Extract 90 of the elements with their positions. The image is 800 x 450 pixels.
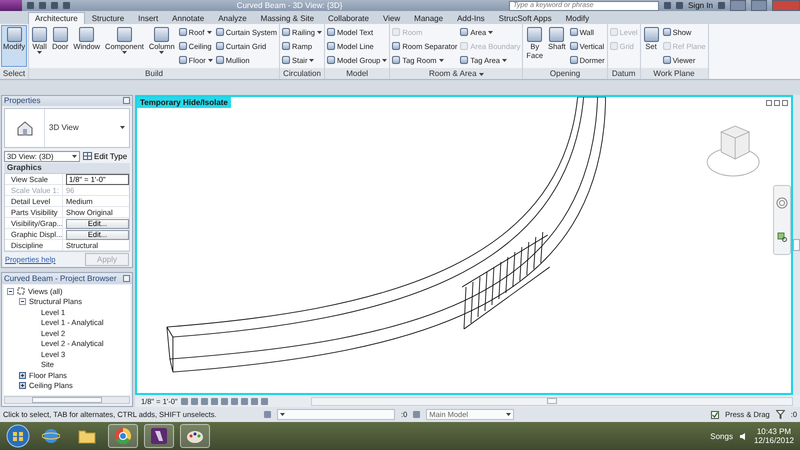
tool-icon (6, 27, 22, 42)
wheel-icon (114, 427, 132, 445)
zoom-icon[interactable] (776, 232, 788, 243)
minimize-button[interactable] (730, 0, 746, 11)
ribbon-tab[interactable]: StrucSoft Apps (492, 12, 559, 24)
caret-icon (206, 30, 212, 34)
ribbon-tab[interactable]: Manage (407, 12, 450, 24)
workset-dropdown[interactable] (277, 409, 395, 420)
restore-icon[interactable] (774, 100, 780, 106)
caret-icon (488, 30, 494, 34)
caret-icon (438, 58, 444, 62)
edit-type-button[interactable]: Edit Type (83, 152, 128, 161)
tool-icon (32, 27, 48, 42)
ribbon-tab[interactable]: View (376, 12, 408, 24)
view-icon (17, 287, 25, 296)
caret-icon (122, 51, 127, 54)
panel-label: Work Plane (653, 69, 695, 78)
caret-icon (382, 58, 388, 62)
caret-icon (37, 51, 42, 54)
taskbar-button[interactable] (144, 424, 174, 448)
caret-icon (478, 73, 484, 76)
ribbon-tab[interactable]: Modify (558, 12, 596, 24)
house-icon (16, 120, 34, 136)
scrollbar[interactable] (4, 396, 130, 404)
type-selector[interactable]: 3D View (4, 108, 130, 148)
view-cube-drawing (706, 126, 760, 176)
taskbar-button[interactable] (108, 424, 138, 448)
filter-icon[interactable] (776, 410, 785, 419)
ribbon-tab[interactable]: Massing & Site (254, 12, 322, 24)
checkbox[interactable] (711, 410, 720, 418)
clock-time[interactable]: 10:43 PM (756, 427, 792, 436)
panel-title: Properties (4, 96, 40, 106)
close-icon[interactable] (123, 275, 130, 282)
tool-icon (52, 27, 68, 42)
app-icon (150, 427, 168, 445)
panel-label: Opening (550, 69, 580, 78)
ribbon-tab[interactable]: Annotate (165, 12, 212, 24)
clock-date[interactable]: 12/16/2012 (754, 436, 794, 445)
caret-icon (506, 413, 512, 416)
panel-label: Datum (612, 69, 636, 78)
panel-label: Select (2, 69, 26, 78)
collapse-icon[interactable] (19, 298, 26, 306)
ribbon-tab[interactable]: Architecture (28, 12, 85, 24)
toolbar-label[interactable]: Songs (710, 432, 733, 440)
expand-icon[interactable] (19, 382, 26, 390)
panel-label: Model (346, 69, 368, 78)
tool-icon (154, 27, 170, 42)
panel-label: Room & Area (428, 69, 484, 78)
taskbar-button[interactable] (180, 424, 210, 448)
scrollbar[interactable] (793, 95, 800, 395)
scrollbar[interactable] (310, 396, 793, 406)
tool-icon (79, 27, 94, 42)
caret-icon (120, 126, 125, 130)
close-icon[interactable] (123, 97, 130, 104)
start-button[interactable] (6, 424, 30, 448)
wheel-icon[interactable] (776, 197, 788, 210)
ribbon-tab[interactable]: Collaborate (321, 12, 376, 24)
expand-icon[interactable] (19, 372, 26, 379)
close-icon[interactable] (782, 100, 788, 106)
3d-viewport[interactable]: Temporary Hide/Isolate (135, 95, 793, 395)
panel-label: Build (145, 69, 163, 78)
tool-icon (549, 27, 564, 42)
ribbon-tab[interactable]: Structure (84, 12, 132, 24)
caret-icon (309, 58, 314, 62)
panel-label: Circulation (283, 69, 321, 78)
view-title: Temporary Hide/Isolate (137, 97, 231, 108)
caret-icon (72, 154, 77, 158)
type-icon (83, 152, 92, 160)
ribbon-tab[interactable]: Add-Ins (450, 12, 492, 24)
caret-icon (208, 58, 213, 62)
ribbon-tab[interactable]: Insert (131, 12, 166, 24)
tool-icon (527, 27, 542, 42)
maximize-button[interactable] (751, 0, 767, 11)
window-title: Curved Beam - 3D View: {3D} (236, 0, 344, 11)
speaker-icon[interactable] (738, 432, 748, 440)
panel-title: Curved Beam - Project Browser (4, 274, 116, 283)
collapse-icon[interactable] (7, 288, 14, 295)
caret-icon (280, 413, 285, 416)
caret-icon (502, 58, 507, 62)
section-header[interactable]: Graphics (4, 162, 130, 173)
ribbon-tab[interactable]: Analyze (211, 12, 254, 24)
app-menu-button[interactable] (0, 0, 22, 11)
folder-icon (78, 428, 96, 444)
caret-icon (159, 51, 164, 54)
minimize-icon[interactable] (766, 100, 772, 106)
tool-icon (644, 27, 659, 42)
globe-icon (42, 427, 60, 445)
caret-icon (316, 30, 322, 34)
tool-icon (116, 27, 132, 42)
sign-in-link[interactable]: Sign In (688, 1, 713, 10)
